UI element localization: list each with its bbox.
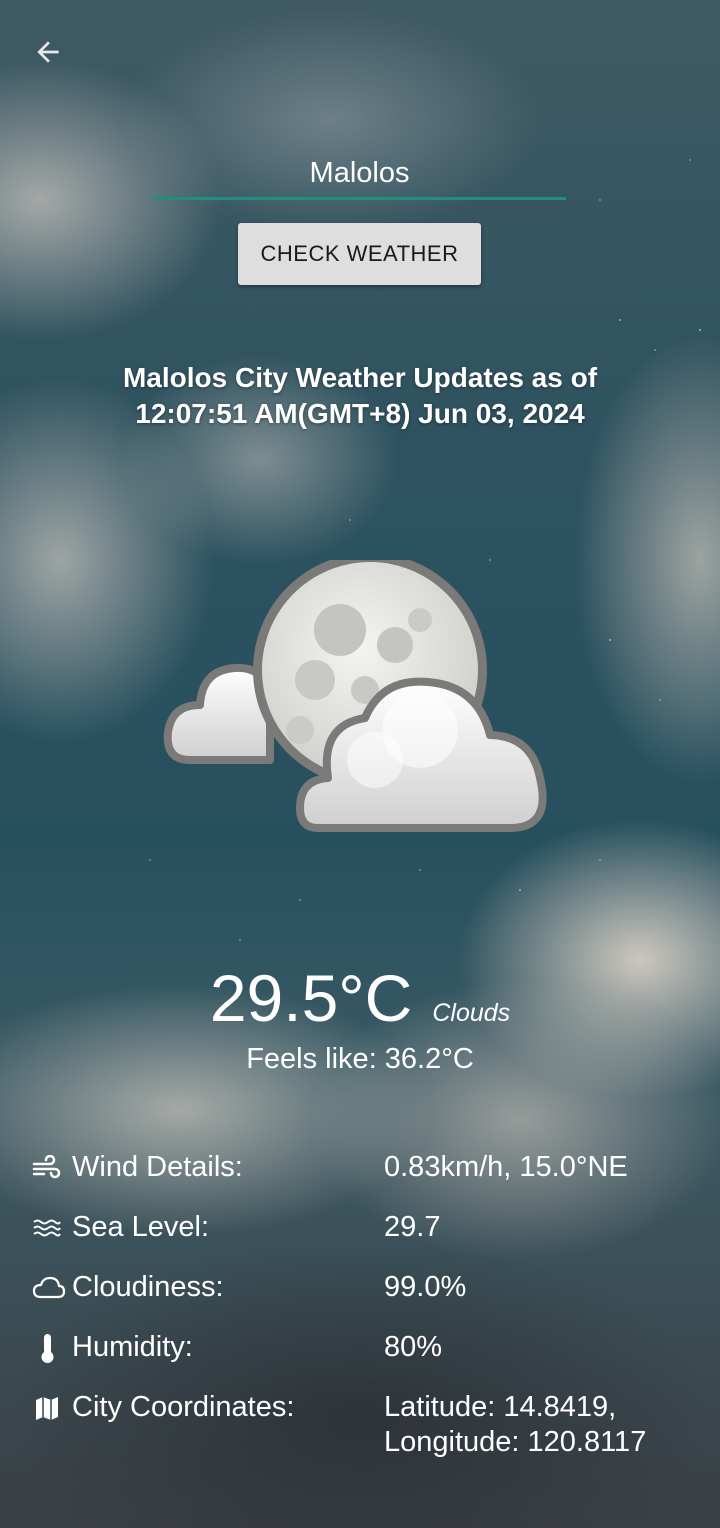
feels-like-text: Feels like: 36.2°C xyxy=(246,1043,474,1075)
latitude-value: Latitude: 14.8419, xyxy=(384,1391,617,1423)
update-title-line-2: 12:07:51 AM(GMT+8) Jun 03, 2024 xyxy=(135,398,585,429)
check-weather-button[interactable]: CHECK WEATHER xyxy=(238,223,481,285)
coordinates-label: City Coordinates: xyxy=(72,1391,295,1423)
weather-details-list: Wind Details: 0.83km/h, 15.0°NE Sea Leve… xyxy=(32,1150,692,1484)
thermometer-icon xyxy=(32,1330,72,1366)
cloudiness-value: 99.0% xyxy=(384,1271,467,1303)
longitude-value: Longitude: 120.8117 xyxy=(384,1426,647,1458)
cloud-icon xyxy=(32,1270,72,1306)
current-temperature-row: 29.5°C Clouds xyxy=(0,960,720,1036)
temperature-value: 29.5°C xyxy=(209,961,413,1035)
detail-row-humidity: Humidity: 80% xyxy=(32,1330,692,1366)
weather-update-title: Malolos City Weather Updates as of 12:07… xyxy=(60,360,660,432)
wind-label: Wind Details: xyxy=(72,1151,243,1183)
arrow-back-icon xyxy=(37,41,59,63)
update-title-line-1: Malolos City Weather Updates as of xyxy=(122,362,598,393)
weather-description: Clouds xyxy=(432,999,511,1027)
sea-level-label: Sea Level: xyxy=(72,1211,210,1243)
detail-row-cloudiness: Cloudiness: 99.0% xyxy=(32,1270,692,1306)
sea-level-value: 29.7 xyxy=(384,1211,441,1243)
coordinates-value: Latitude: 14.8419, Longitude: 120.8117 xyxy=(384,1390,692,1460)
map-icon xyxy=(32,1390,72,1426)
detail-row-wind: Wind Details: 0.83km/h, 15.0°NE xyxy=(32,1150,692,1186)
humidity-value: 80% xyxy=(384,1331,443,1363)
city-search-input[interactable] xyxy=(153,150,566,200)
humidity-label: Humidity: xyxy=(72,1331,193,1363)
back-button[interactable] xyxy=(24,28,72,76)
detail-row-sea-level: Sea Level: 29.7 xyxy=(32,1210,692,1246)
moon-clouds-icon xyxy=(163,560,547,832)
wind-icon xyxy=(32,1150,72,1186)
detail-row-coordinates: City Coordinates: Latitude: 14.8419, Lon… xyxy=(32,1390,692,1460)
cloudiness-label: Cloudiness: xyxy=(72,1271,224,1303)
waves-icon xyxy=(32,1210,72,1246)
wind-value: 0.83km/h, 15.0°NE xyxy=(384,1151,628,1183)
